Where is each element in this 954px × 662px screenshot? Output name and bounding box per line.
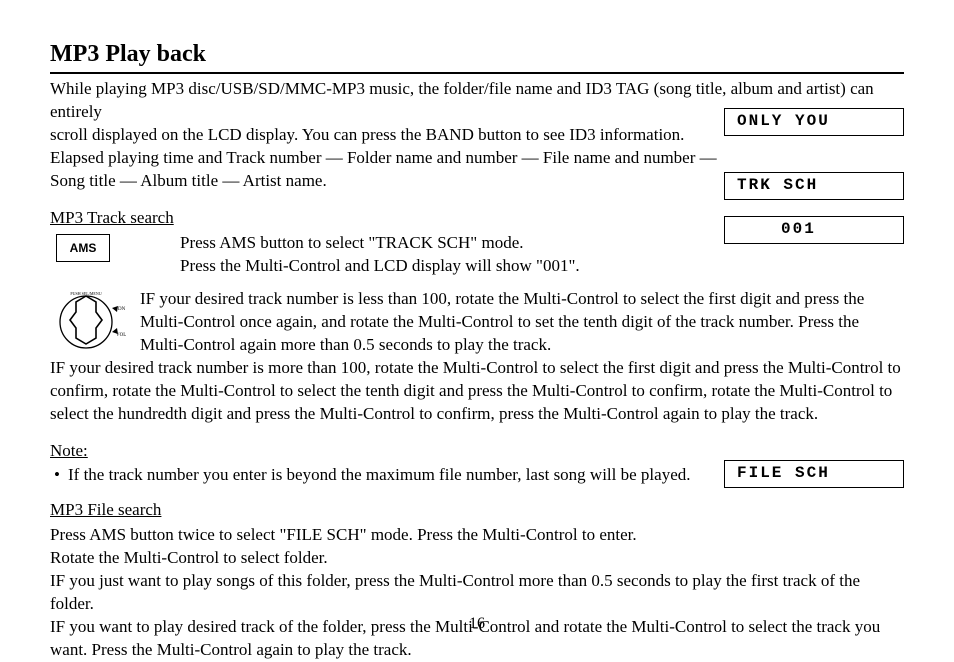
knob-instruction-row: PUSH SEL/MENU DN VOL IF your desired tra… bbox=[50, 288, 904, 357]
ams-instruction-line: Press the Multi-Control and LCD display … bbox=[180, 255, 580, 278]
lcd-display-file-sch: FILE SCH bbox=[724, 460, 904, 488]
svg-text:PUSH SEL/MENU: PUSH SEL/MENU bbox=[70, 291, 101, 296]
page-title: MP3 Play back bbox=[50, 38, 904, 70]
lcd-display-001: 001 bbox=[724, 216, 904, 244]
note-bullet-text: If the track number you enter is beyond … bbox=[68, 464, 691, 487]
note-heading: Note: bbox=[50, 440, 904, 463]
over-100-paragraph: IF your desired track number is more tha… bbox=[50, 357, 904, 426]
page-number: 16 bbox=[0, 613, 954, 635]
file-search-line: Rotate the Multi-Control to select folde… bbox=[50, 547, 904, 570]
multi-control-knob-icon: PUSH SEL/MENU DN VOL bbox=[46, 288, 126, 352]
title-rule bbox=[50, 72, 904, 74]
lcd-display-trk-sch: TRK SCH bbox=[724, 172, 904, 200]
knob-paragraph: IF your desired track number is less tha… bbox=[140, 288, 904, 357]
ams-button-label: AMS bbox=[70, 240, 97, 256]
ams-button-icon: AMS bbox=[56, 234, 110, 262]
file-search-line: Press AMS button twice to select "FILE S… bbox=[50, 524, 904, 547]
bullet-icon: • bbox=[50, 464, 68, 487]
ams-instruction-line: Press AMS button to select "TRACK SCH" m… bbox=[180, 232, 580, 255]
file-search-heading: MP3 File search bbox=[50, 499, 904, 522]
svg-text:DN: DN bbox=[118, 307, 126, 312]
intro-line: Elapsed playing time and Track number — … bbox=[50, 147, 890, 170]
file-search-line: IF you just want to play songs of this f… bbox=[50, 570, 904, 616]
lcd-display-only-you: ONLY YOU bbox=[724, 108, 904, 136]
